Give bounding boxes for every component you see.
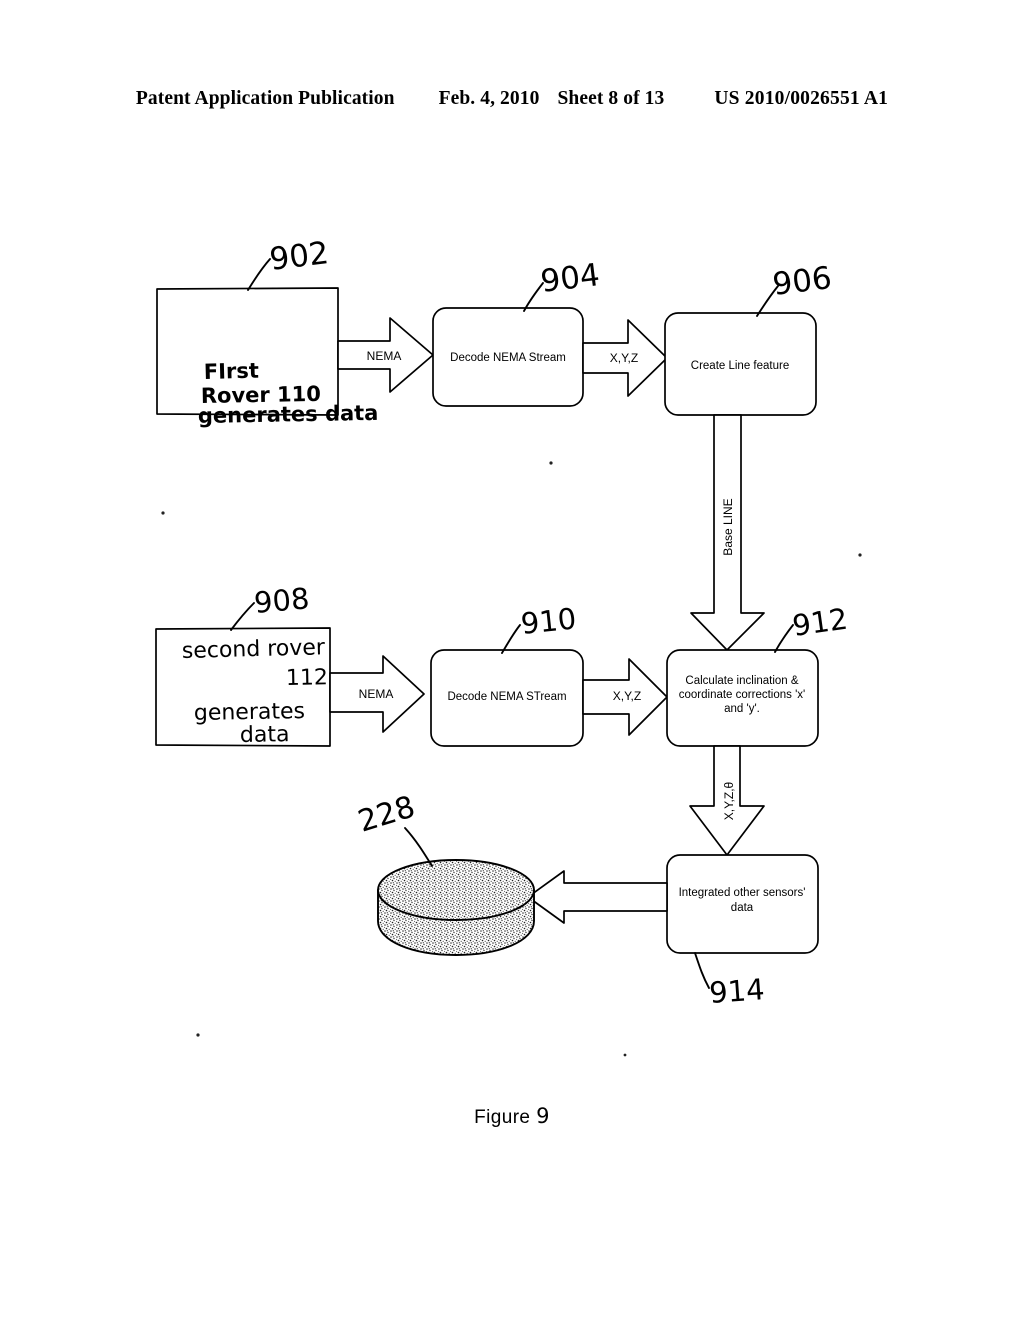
ref-leader-914 [694,952,710,989]
scan-speck [196,1033,200,1037]
scan-speck [623,1053,627,1057]
node-914-line2: data [731,902,754,914]
edge-label-nema-1: NEMA [367,349,402,363]
edge-914-228 [527,870,668,924]
figure-caption-number: 9 [536,1104,550,1128]
edge-label-xyztheta: X,Y,Z,θ [722,781,736,820]
scan-speck [549,461,553,465]
scan-speck [161,511,165,515]
ref-label-914: 914 [708,972,766,1010]
ref-leader-912 [774,624,794,653]
ref-leader-228 [404,827,433,867]
scan-speck [858,553,862,557]
patent-drawing-page: Patent Application Publication Feb. 4, 2… [0,0,1024,1320]
node-902-line1: FIrst [204,359,260,384]
edge-label-xyz-2: X,Y,Z [613,689,641,703]
figure-caption: Figure 9 [0,1104,1024,1129]
node-902-line3: generates data [198,401,379,428]
node-914-line1: Integrated other sensors' [679,887,806,899]
ref-leader-904 [523,282,544,312]
node-906-label: Create Line feature [691,360,789,372]
node-912-line1: Calculate inclination & [685,675,798,687]
ref-leader-910 [501,624,521,654]
ref-label-912: 912 [790,602,850,643]
ref-label-910: 910 [519,601,578,641]
node-228-database [377,859,535,956]
node-908-line2: 112 [286,665,328,691]
node-912-line2: coordinate corrections 'x' [679,689,805,701]
node-910-label: Decode NEMA STream [447,691,566,703]
edge-label-baseline: Base LINE [721,498,735,555]
ref-label-906: 906 [771,260,834,303]
node-912-line3: and 'y'. [724,703,760,715]
node-908-line1: second rover [182,635,327,664]
edge-label-nema-2: NEMA [359,687,394,701]
node-908-line4: data [240,722,290,748]
node-904-label: Decode NEMA Stream [450,352,566,364]
ref-label-904: 904 [539,257,602,300]
edge-label-xyz-1: X,Y,Z [610,351,638,365]
ref-label-908: 908 [253,581,311,620]
figure-caption-prefix: Figure [474,1107,531,1128]
ref-leader-908 [230,602,255,631]
ref-label-902: 902 [268,235,331,278]
ref-leader-902 [247,258,271,291]
